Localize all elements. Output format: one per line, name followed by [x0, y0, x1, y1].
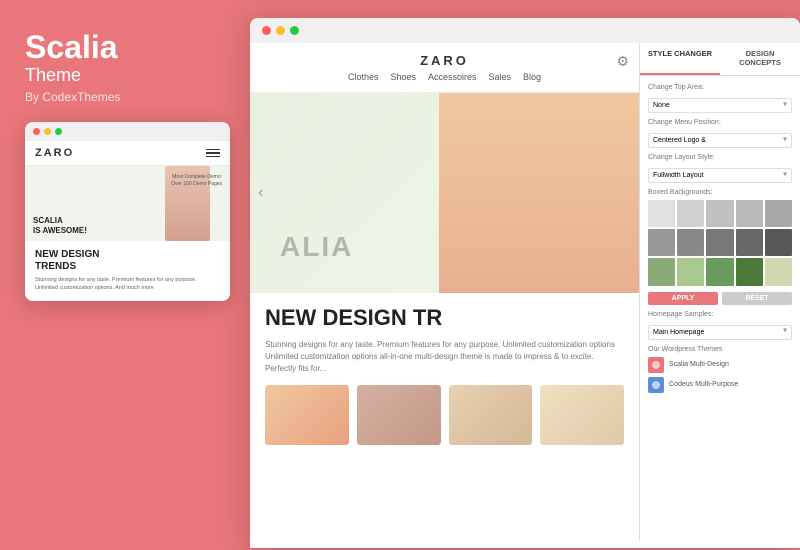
website-preview: ZARO Clothes Shoes Accessoires Sales Blo…: [250, 43, 640, 541]
reset-button[interactable]: RESET: [722, 292, 792, 305]
color-swatch-4[interactable]: [765, 200, 792, 227]
thumb-2: [357, 385, 441, 445]
main-content-area: ZARO Clothes Shoes Accessoires Sales Blo…: [250, 43, 800, 541]
site-nav-links: Clothes Shoes Accessoires Sales Blog: [250, 72, 639, 82]
color-swatch-2[interactable]: [706, 200, 733, 227]
tab-design-concepts[interactable]: DESIGN CONCEPTS: [720, 43, 800, 75]
change-menu-position-select[interactable]: Centered Logo &: [648, 133, 792, 148]
color-swatch-0[interactable]: [648, 200, 675, 227]
mini-text: Stunning designs for any taste. Premium …: [35, 277, 220, 292]
main-dot-red: [262, 26, 271, 35]
change-top-area-wrap: None: [648, 94, 792, 113]
mini-hero: SCALIAIS AWESOME! Most Complete Demo:Ove…: [25, 166, 230, 241]
panel-tabs: STYLE CHANGER DESIGN CONCEPTS: [640, 43, 800, 76]
color-swatch-5[interactable]: [648, 229, 675, 256]
wp-theme-item[interactable]: Scalia Multi-Design: [648, 357, 792, 373]
change-menu-position-label: Change Menu Position:: [648, 119, 792, 126]
wp-themes-label: Our Wordpress Themes: [648, 346, 792, 353]
tab-style-changer[interactable]: STYLE CHANGER: [640, 43, 720, 75]
wp-theme-icon: [648, 377, 664, 393]
style-changer-content: Change Top Area: None Change Menu Positi…: [640, 76, 800, 541]
site-headline: NEW DESIGN TR: [265, 305, 624, 331]
mini-dot-red: [33, 128, 40, 135]
change-layout-style-wrap: Fullwidth Layout: [648, 164, 792, 183]
mini-nav: ZARO: [25, 141, 230, 166]
settings-icon[interactable]: ⚙: [616, 53, 629, 70]
change-top-area-select[interactable]: None: [648, 98, 792, 113]
color-swatch-12[interactable]: [706, 258, 733, 285]
boxed-backgrounds-label: Boxed Backgrounds:: [648, 189, 792, 196]
mini-hero-badge: Most Complete Demo:Over 100 Demo Pages: [171, 174, 222, 188]
nav-link-clothes[interactable]: Clothes: [348, 72, 379, 82]
nav-link-accessoires[interactable]: Accessoires: [428, 72, 477, 82]
mini-headline: NEW DESIGNTRENDS: [35, 249, 220, 273]
color-swatch-11[interactable]: [677, 258, 704, 285]
color-swatch-1[interactable]: [677, 200, 704, 227]
color-swatch-7[interactable]: [706, 229, 733, 256]
change-layout-style-select[interactable]: Fullwidth Layout: [648, 168, 792, 183]
left-panel: Scalia Theme By CodexThemes ZARO SCALIAI…: [0, 0, 245, 550]
wp-theme-icon: [648, 357, 664, 373]
brand-by: By CodexThemes: [25, 90, 225, 104]
color-swatch-10[interactable]: [648, 258, 675, 285]
site-logo: ZARO: [250, 53, 639, 68]
site-hero: ALIA ‹: [250, 93, 639, 293]
nav-link-blog[interactable]: Blog: [523, 72, 541, 82]
color-grid: [648, 200, 792, 286]
color-swatch-6[interactable]: [677, 229, 704, 256]
hero-prev-arrow[interactable]: ‹: [258, 184, 263, 202]
mini-hero-text: SCALIAIS AWESOME!: [33, 216, 87, 235]
thumb-4: [540, 385, 624, 445]
site-thumbs: [265, 385, 624, 445]
apply-button[interactable]: APPLY: [648, 292, 718, 305]
sc-buttons: APPLY RESET: [648, 292, 792, 305]
wp-theme-item[interactable]: Codeus Multi-Purpose: [648, 377, 792, 393]
color-swatch-3[interactable]: [736, 200, 763, 227]
color-swatch-9[interactable]: [765, 229, 792, 256]
main-browser-bar: [250, 18, 800, 43]
site-desc: Stunning designs for any taste. Premium …: [265, 339, 624, 375]
mini-content: NEW DESIGNTRENDS Stunning designs for an…: [25, 241, 230, 300]
wp-theme-name: Scalia Multi-Design: [669, 361, 729, 368]
mini-browser-bar: [25, 122, 230, 141]
wp-themes-list: Scalia Multi-Design Codeus Multi-Purpose: [648, 357, 792, 393]
color-swatch-13[interactable]: [736, 258, 763, 285]
nav-link-sales[interactable]: Sales: [489, 72, 512, 82]
hero-text-overlay: ALIA: [280, 231, 353, 263]
thumb-1: [265, 385, 349, 445]
main-browser: ZARO Clothes Shoes Accessoires Sales Blo…: [250, 18, 800, 548]
mini-dot-yellow: [44, 128, 51, 135]
homepage-samples-select[interactable]: Main Homepage: [648, 325, 792, 340]
site-content: NEW DESIGN TR Stunning designs for any t…: [250, 293, 639, 457]
color-swatch-14[interactable]: [765, 258, 792, 285]
main-dot-yellow: [276, 26, 285, 35]
site-nav: ZARO Clothes Shoes Accessoires Sales Blo…: [250, 43, 639, 93]
brand-subtitle: Theme: [25, 65, 225, 86]
style-panel: STYLE CHANGER DESIGN CONCEPTS Change Top…: [640, 43, 800, 541]
nav-link-shoes[interactable]: Shoes: [390, 72, 416, 82]
main-dot-green: [290, 26, 299, 35]
mini-dot-green: [55, 128, 62, 135]
color-swatch-8[interactable]: [736, 229, 763, 256]
homepage-samples-wrap: Main Homepage: [648, 321, 792, 340]
change-top-area-label: Change Top Area:: [648, 84, 792, 91]
change-menu-position-wrap: Centered Logo &: [648, 129, 792, 148]
hamburger-icon: [206, 149, 220, 158]
mini-logo: ZARO: [35, 147, 74, 159]
thumb-3: [449, 385, 533, 445]
wp-theme-name: Codeus Multi-Purpose: [669, 381, 738, 388]
homepage-samples-label: Homepage Samples:: [648, 311, 792, 318]
change-layout-style-label: Change Layout Style:: [648, 154, 792, 161]
mini-browser: ZARO SCALIAIS AWESOME! Most Complete Dem…: [25, 122, 230, 300]
brand-title: Scalia: [25, 30, 225, 65]
hero-model: [439, 93, 639, 293]
